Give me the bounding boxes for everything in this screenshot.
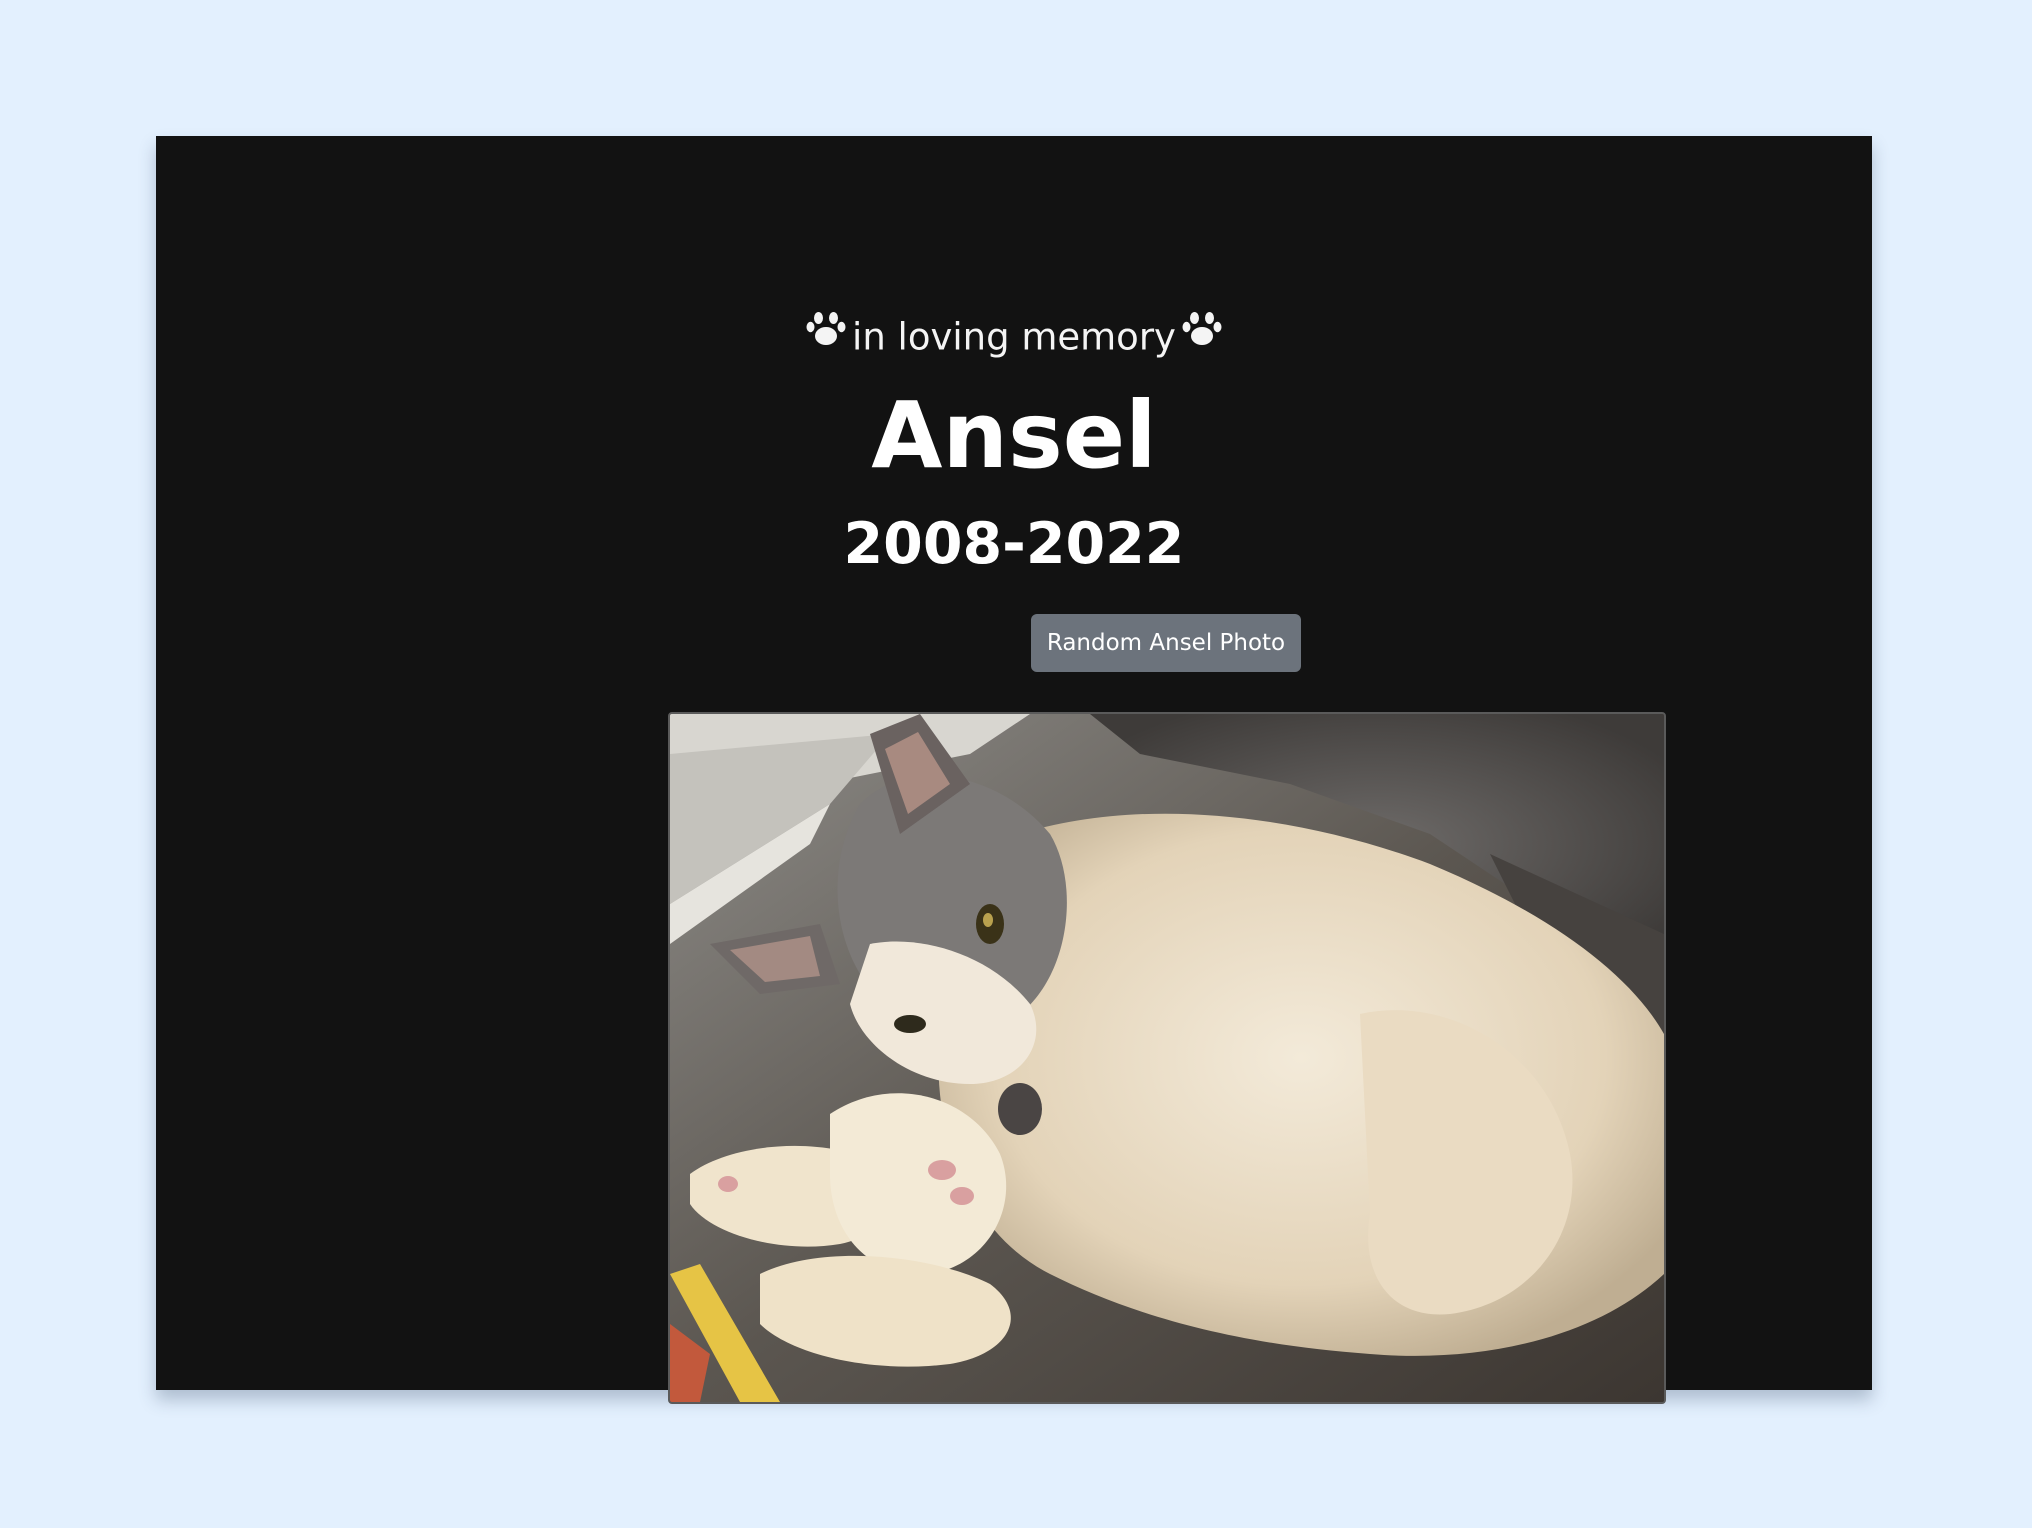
pet-name: Ansel (871, 382, 1157, 489)
cat-photo (668, 712, 1666, 1404)
paw-icon (806, 307, 846, 363)
paw-icon (1182, 307, 1222, 363)
memorial-card: in loving memory Ansel 2008-2022 Random … (156, 136, 1872, 1404)
random-photo-button[interactable]: Random Ansel Photo (1031, 614, 1301, 672)
tagline-row: in loving memory (156, 308, 1872, 364)
life-years: 2008-2022 (843, 511, 1185, 577)
tagline-text: in loving memory (852, 315, 1176, 359)
